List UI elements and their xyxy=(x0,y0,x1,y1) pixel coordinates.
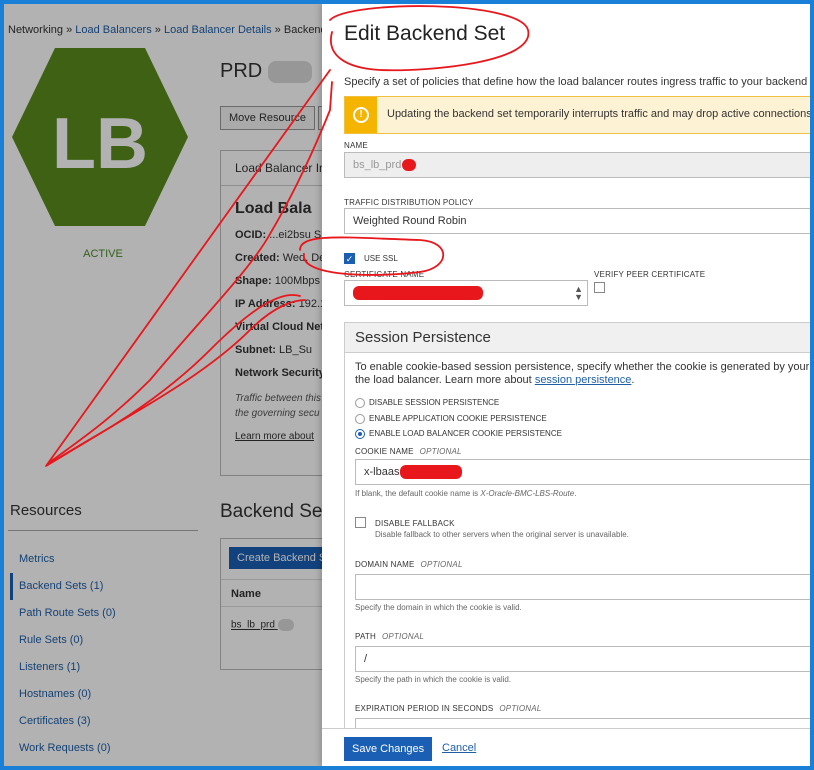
path-label-text: PATH xyxy=(355,632,376,641)
edit-backend-set-panel: Edit Backend Set Specify a set of polici… xyxy=(322,4,810,766)
session-persistence-title: Session Persistence xyxy=(345,323,810,353)
domain-name-input[interactable] xyxy=(355,574,810,600)
warning-banner: ! Updating the backend set temporarily i… xyxy=(344,96,810,134)
warning-icon: ! xyxy=(345,97,377,133)
radio-label: ENABLE LOAD BALANCER COOKIE PERSISTENCE xyxy=(369,429,562,438)
optional-tag: OPTIONAL xyxy=(499,704,542,713)
cookie-name-input[interactable]: x-lbaas xyxy=(355,459,810,485)
path-input[interactable]: / xyxy=(355,646,810,672)
disable-fallback-help: Disable fallback to other servers when t… xyxy=(375,530,629,539)
panel-footer: Save Changes Cancel xyxy=(322,728,810,766)
session-persistence-section: Session Persistence To enable cookie-bas… xyxy=(344,322,810,762)
disable-fallback-checkbox[interactable] xyxy=(355,517,366,528)
policy-select[interactable]: Weighted Round Robin xyxy=(344,208,810,234)
cookie-default-name: X-Oracle-BMC-LBS-Route xyxy=(480,489,575,498)
session-description-line: To enable cookie-based session persisten… xyxy=(355,361,810,373)
radio-label: DISABLE SESSION PERSISTENCE xyxy=(369,398,500,407)
certificate-label: CERTIFICATE NAME xyxy=(344,270,425,279)
cookie-name-value: x-lbaas xyxy=(364,466,400,478)
expiration-label-text: EXPIRATION PERIOD IN SECONDS xyxy=(355,704,494,713)
cookie-help-end: . xyxy=(574,489,577,498)
redacted-mark xyxy=(400,465,463,480)
disable-fallback-label: DISABLE FALLBACK xyxy=(375,519,455,528)
name-field: bs_lb_prd xyxy=(344,152,810,178)
domain-name-label: DOMAIN NAME OPTIONAL xyxy=(355,560,463,569)
policy-label: TRAFFIC DISTRIBUTION POLICY xyxy=(344,198,474,207)
verify-peer-label: VERIFY PEER CERTIFICATE xyxy=(594,270,706,279)
session-persistence-link[interactable]: session persistence xyxy=(535,374,632,386)
domain-name-label-text: DOMAIN NAME xyxy=(355,560,415,569)
name-label: NAME xyxy=(344,141,368,150)
radio-disable-persistence[interactable] xyxy=(355,398,365,408)
use-ssl-checkbox[interactable]: ✓ xyxy=(344,253,355,264)
path-help: Specify the path in which the cookie is … xyxy=(355,675,512,684)
name-value: bs_lb_prd xyxy=(353,159,402,171)
cookie-help: If blank, the default cookie name is X-O… xyxy=(355,489,576,498)
domain-help: Specify the domain in which the cookie i… xyxy=(355,603,522,612)
expiration-label: EXPIRATION PERIOD IN SECONDS OPTIONAL xyxy=(355,704,541,713)
optional-tag: OPTIONAL xyxy=(420,560,463,569)
radio-app-cookie[interactable] xyxy=(355,414,365,424)
optional-tag: OPTIONAL xyxy=(419,447,462,456)
use-ssl-label: USE SSL xyxy=(364,254,398,263)
redacted-mark xyxy=(353,286,483,301)
certificate-select[interactable]: ▲ ▼ xyxy=(344,280,588,306)
panel-description: Specify a set of policies that define ho… xyxy=(344,76,810,88)
modal-overlay[interactable] xyxy=(4,4,322,766)
policy-value: Weighted Round Robin xyxy=(353,215,467,227)
save-changes-button[interactable]: Save Changes xyxy=(344,737,433,761)
cookie-name-label: COOKIE NAME OPTIONAL xyxy=(355,447,462,456)
panel-title: Edit Backend Set xyxy=(344,22,506,45)
verify-peer-checkbox[interactable] xyxy=(594,282,605,293)
warning-text: Updating the backend set temporarily int… xyxy=(387,108,810,120)
redacted-mark xyxy=(402,159,417,172)
path-label: PATH OPTIONAL xyxy=(355,632,424,641)
session-description: To enable cookie-based session persisten… xyxy=(355,361,810,387)
session-description-end: . xyxy=(631,374,635,386)
radio-label: ENABLE APPLICATION COOKIE PERSISTENCE xyxy=(369,414,547,423)
cookie-help-text: If blank, the default cookie name is xyxy=(355,489,479,498)
cookie-name-label-text: COOKIE NAME xyxy=(355,447,414,456)
cancel-link[interactable]: Cancel xyxy=(442,742,476,754)
session-description-text: the load balancer. Learn more about xyxy=(355,374,532,386)
select-spinner-icon: ▲ ▼ xyxy=(574,284,583,302)
session-description-line2: the load balancer. Learn more about sess… xyxy=(355,374,810,387)
radio-lb-cookie[interactable] xyxy=(355,429,365,439)
path-value: / xyxy=(364,653,368,665)
optional-tag: OPTIONAL xyxy=(381,632,425,641)
